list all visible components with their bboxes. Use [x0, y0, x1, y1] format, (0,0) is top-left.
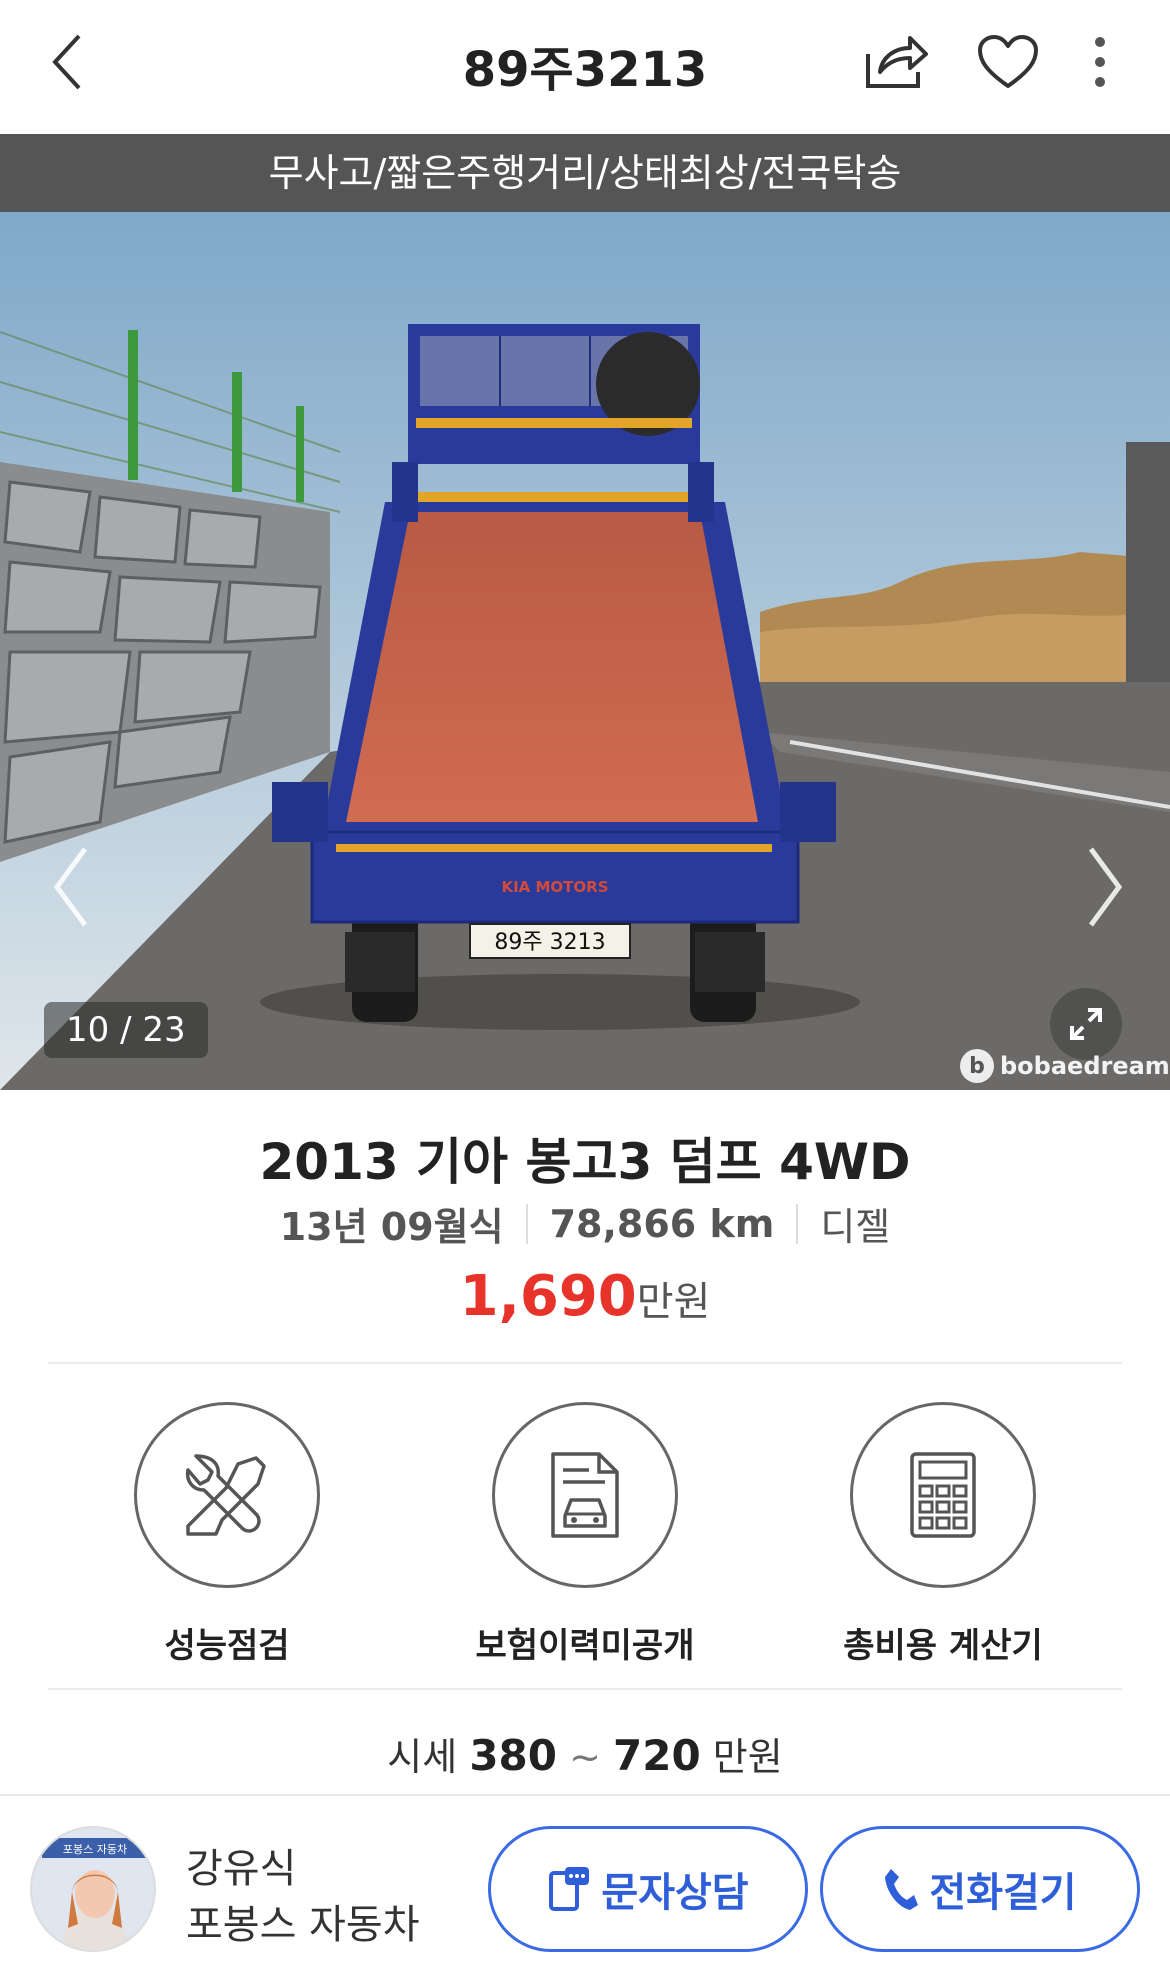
truck-badge: KIA MOTORS	[501, 878, 608, 896]
market-max: 720	[613, 1731, 701, 1780]
truck-photo: KIA MOTORS 89주 3213	[0, 212, 1170, 1090]
more-vertical-icon	[1095, 37, 1105, 87]
car-year: 13년 09월식	[279, 1205, 504, 1249]
dealer-name: 강유식	[186, 1846, 297, 1892]
market-prefix: 시세	[387, 1735, 458, 1779]
chevron-left-icon	[53, 847, 88, 927]
feature-label: 보험이력미공개	[475, 1626, 695, 1666]
prev-photo-button[interactable]	[36, 832, 106, 942]
favorite-button[interactable]	[968, 24, 1048, 100]
performance-check-button[interactable]: 성능점검	[134, 1402, 320, 1666]
section-divider	[48, 1362, 1122, 1364]
market-price: 시세 380 ~ 720 만원	[0, 1726, 1170, 1781]
car-fuel: 디젤	[820, 1205, 891, 1249]
car-specs: 13년 09월식 78,866 km 디젤	[0, 1196, 1170, 1251]
tagline-banner: 무사고/짧은주행거리/상태최상/전국탁송	[0, 134, 1170, 212]
share-button[interactable]	[856, 24, 936, 100]
section-divider	[48, 1688, 1122, 1690]
more-button[interactable]	[1064, 24, 1136, 100]
insurance-history-button[interactable]: 보험이력미공개	[476, 1402, 694, 1666]
feature-label: 총비용 계산기	[843, 1626, 1043, 1666]
spec-divider	[525, 1203, 528, 1244]
feature-circle	[850, 1402, 1036, 1588]
phone-icon	[885, 1869, 919, 1910]
watermark-text: bobaedream	[1000, 1052, 1170, 1080]
watermark: b bobaedream	[960, 1044, 1170, 1088]
dealer-avatar[interactable]: 포봉스 자동차	[30, 1826, 156, 1952]
insurance-document-icon	[551, 1452, 619, 1538]
spec-divider	[796, 1203, 799, 1244]
photo-counter: 10 / 23	[44, 1002, 208, 1058]
message-icon	[549, 1867, 590, 1911]
avatar-caption: 포봉스 자동차	[63, 1843, 127, 1856]
sms-consult-label: 문자상담	[601, 1870, 749, 1916]
heart-icon	[978, 35, 1038, 88]
car-price: 1,690만원	[0, 1264, 1170, 1329]
photo-carousel[interactable]: KIA MOTORS 89주 3213 10 / 23 b bobaedream	[0, 212, 1170, 1090]
call-label: 전화걸기	[929, 1870, 1077, 1916]
car-mileage: 78,866 km	[549, 1201, 775, 1246]
avatar-photo: 포봉스 자동차	[32, 1828, 154, 1950]
share-icon	[866, 36, 928, 88]
market-tilde: ~	[569, 1735, 601, 1779]
calculator-icon	[910, 1452, 976, 1538]
license-plate: 89주 3213	[494, 930, 605, 955]
price-amount: 1,690	[459, 1264, 637, 1329]
sms-consult-button[interactable]: 문자상담	[488, 1826, 808, 1952]
dealer-bar: 포봉스 자동차 강유식 포봉스 자동차 문자상담 전화걸기	[0, 1794, 1170, 1965]
market-unit: 만원	[712, 1735, 783, 1779]
market-min: 380	[469, 1731, 557, 1780]
tools-icon	[185, 1454, 266, 1536]
car-name: 2013 기아 봉고3 덤프 4WD	[259, 1133, 911, 1191]
feature-circle	[492, 1402, 678, 1588]
top-header: 89주3213	[0, 0, 1170, 134]
feature-label: 성능점검	[164, 1626, 290, 1666]
next-photo-button[interactable]	[1070, 832, 1140, 942]
dealer-company: 포봉스 자동차	[186, 1902, 420, 1948]
feature-circle	[134, 1402, 320, 1588]
chevron-right-icon	[1088, 847, 1123, 927]
call-button[interactable]: 전화걸기	[820, 1826, 1140, 1952]
cost-calculator-button[interactable]: 총비용 계산기	[843, 1402, 1043, 1666]
watermark-logo: b	[960, 1049, 994, 1083]
expand-icon	[1070, 1008, 1102, 1040]
price-unit: 만원	[636, 1279, 711, 1325]
